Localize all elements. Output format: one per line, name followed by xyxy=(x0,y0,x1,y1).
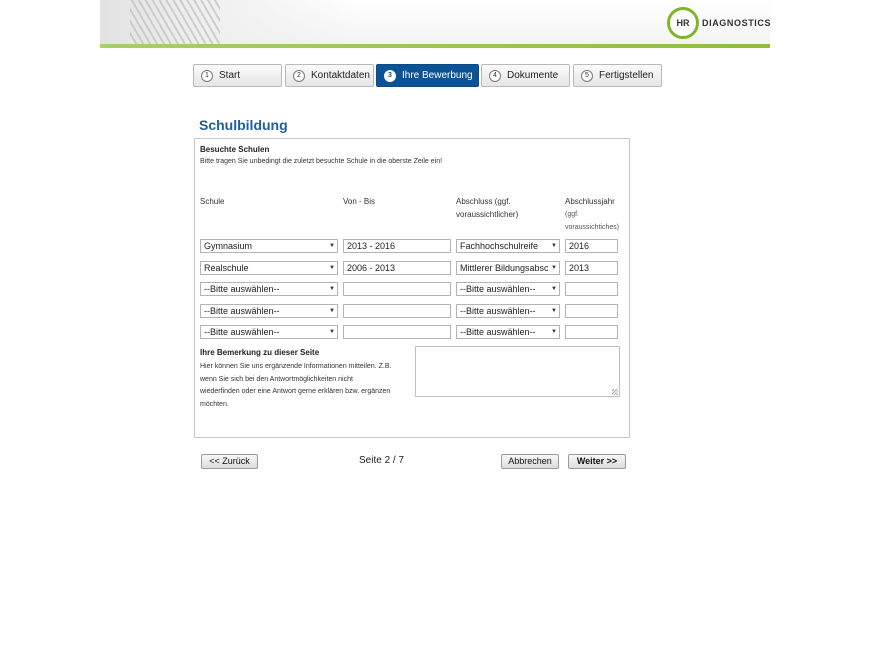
chevron-down-icon: ▼ xyxy=(549,283,559,295)
abschlussjahr-input[interactable]: 2013 xyxy=(565,261,618,275)
page-indicator: Seite 2 / 7 xyxy=(359,455,405,466)
von-bis-input[interactable]: 2006 - 2013 xyxy=(343,261,451,275)
schule-select-value: --Bitte auswählen-- xyxy=(204,327,280,337)
page-title: Schulbildung xyxy=(199,117,288,133)
abschluss-select-value: Fachhochschulreife xyxy=(460,241,539,251)
schule-select[interactable]: Realschule ▼ xyxy=(200,261,338,275)
step-label: Ihre Bewerbung xyxy=(402,70,473,81)
chevron-down-icon: ▼ xyxy=(327,305,337,317)
step-fertigstellen[interactable]: 5 Fertigstellen xyxy=(573,64,662,87)
step-label: Fertigstellen xyxy=(599,70,654,81)
chevron-down-icon: ▼ xyxy=(549,262,559,274)
chevron-down-icon: ▼ xyxy=(327,262,337,274)
step-start[interactable]: 1 Start xyxy=(193,64,282,87)
column-header-abschluss-line1: Abschluss (ggf. xyxy=(456,197,511,206)
remark-textarea[interactable] xyxy=(415,346,620,397)
step-label: Dokumente xyxy=(507,70,559,81)
back-button[interactable]: << Zurück xyxy=(201,454,258,469)
header-green-bar xyxy=(100,44,770,48)
chevron-down-icon: ▼ xyxy=(549,305,559,317)
column-header-jahr-line1: Abschlussjahr xyxy=(565,197,615,206)
schule-select-value: --Bitte auswählen-- xyxy=(204,306,280,316)
column-header-jahr-line2: (ggf. xyxy=(565,211,580,218)
logo-text: DIAGNOSTICS xyxy=(702,18,770,28)
cancel-button[interactable]: Abbrechen xyxy=(501,454,559,469)
column-header-abschlussjahr: Abschlussjahr (ggf. voraussichtiches) xyxy=(565,195,619,234)
schule-select-value: --Bitte auswählen-- xyxy=(204,284,280,294)
von-bis-input[interactable] xyxy=(343,325,451,339)
chevron-down-icon: ▼ xyxy=(327,240,337,252)
remark-description: Hier können Sie uns ergänzende Informati… xyxy=(200,361,414,411)
schule-select[interactable]: --Bitte auswählen-- ▼ xyxy=(200,282,338,296)
chevron-down-icon: ▼ xyxy=(327,283,337,295)
step-label: Kontaktdaten xyxy=(311,70,370,81)
chevron-down-icon: ▼ xyxy=(327,326,337,338)
remark-title: Ihre Bemerkung zu dieser Seite xyxy=(200,348,320,357)
next-button[interactable]: Weiter >> xyxy=(568,454,626,469)
section-hint: Bitte tragen Sie unbedingt die zuletzt b… xyxy=(200,158,443,165)
remark-description-line: Hier können Sie uns ergänzende Informati… xyxy=(200,363,392,370)
abschlussjahr-input[interactable] xyxy=(565,304,618,318)
company-logo: HR DIAGNOSTICS xyxy=(667,6,770,40)
chevron-down-icon: ▼ xyxy=(549,240,559,252)
abschluss-select-value: --Bitte auswählen-- xyxy=(460,306,536,316)
schule-select[interactable]: --Bitte auswählen-- ▼ xyxy=(200,304,338,318)
abschluss-select[interactable]: --Bitte auswählen-- ▼ xyxy=(456,304,560,318)
step-number: 1 xyxy=(201,69,213,82)
chevron-down-icon: ▼ xyxy=(549,326,559,338)
schule-select[interactable]: --Bitte auswählen-- ▼ xyxy=(200,325,338,339)
abschluss-select-value: Mittlerer Bildungsabschluss xyxy=(460,263,560,273)
abschluss-select-value: --Bitte auswählen-- xyxy=(460,327,536,337)
von-bis-input[interactable] xyxy=(343,304,451,318)
column-header-schule: Schule xyxy=(200,197,225,206)
schule-select-value: Realschule xyxy=(204,263,249,273)
column-header-jahr-line3: voraussichtiches) xyxy=(565,224,620,231)
abschluss-select[interactable]: Mittlerer Bildungsabschluss ▼ xyxy=(456,261,560,275)
abschluss-select[interactable]: --Bitte auswählen-- ▼ xyxy=(456,282,560,296)
section-title: Besuchte Schulen xyxy=(200,145,270,154)
step-number: 2 xyxy=(293,69,305,82)
abschlussjahr-input[interactable]: 2016 xyxy=(565,239,618,253)
schule-select[interactable]: Gymnasium ▼ xyxy=(200,239,338,253)
column-header-abschluss-line2: voraussichtlicher) xyxy=(456,210,519,219)
schools-form-panel: Besuchte Schulen Bitte tragen Sie unbedi… xyxy=(194,138,630,438)
resize-grip-icon[interactable] xyxy=(612,389,618,395)
step-number: 3 xyxy=(384,69,396,82)
abschluss-select[interactable]: Fachhochschulreife ▼ xyxy=(456,239,560,253)
remark-description-line: wenn Sie sich bei den Antwortmöglichkeit… xyxy=(200,375,353,383)
abschlussjahr-input[interactable] xyxy=(565,282,618,296)
remark-description-line: möchten. xyxy=(200,400,229,408)
abschluss-select[interactable]: --Bitte auswählen-- ▼ xyxy=(456,325,560,339)
column-header-von-bis: Von - Bis xyxy=(343,197,376,206)
von-bis-input[interactable]: 2013 - 2016 xyxy=(343,239,451,253)
step-dokumente[interactable]: 4 Dokumente xyxy=(481,64,570,87)
step-number: 5 xyxy=(581,69,593,82)
von-bis-input[interactable] xyxy=(343,282,451,296)
schule-select-value: Gymnasium xyxy=(204,241,253,251)
header-decoration xyxy=(130,0,220,47)
column-header-abschluss: Abschluss (ggf. voraussichtlicher) xyxy=(456,195,518,221)
step-label: Start xyxy=(219,70,241,81)
step-ihre-bewerbung[interactable]: 3 Ihre Bewerbung xyxy=(376,64,479,87)
header-banner: HR DIAGNOSTICS xyxy=(100,0,770,47)
abschluss-select-value: --Bitte auswählen-- xyxy=(460,284,536,294)
logo-ring: HR xyxy=(667,7,699,39)
step-kontaktdaten[interactable]: 2 Kontaktdaten xyxy=(285,64,374,87)
step-number: 4 xyxy=(489,69,501,82)
abschlussjahr-input[interactable] xyxy=(565,325,618,339)
remark-description-line: wiederfinden oder eine Antwort gerne erk… xyxy=(200,388,391,395)
